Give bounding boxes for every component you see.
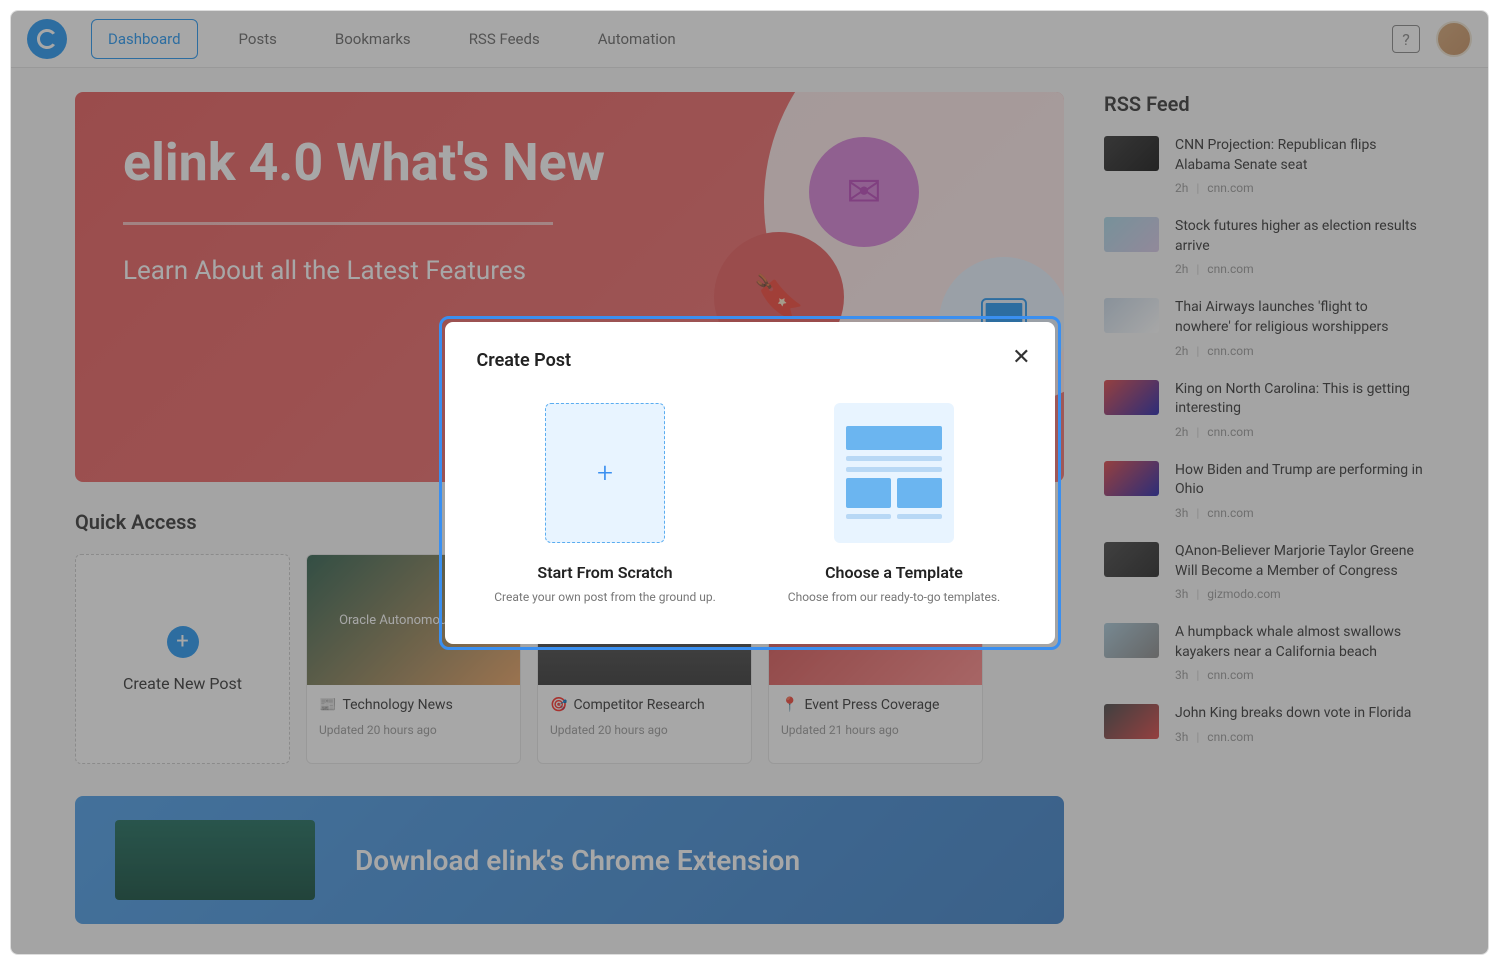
modal-overlay[interactable]: Create Post ✕ + Start From Scratch Creat…: [11, 11, 1488, 954]
template-desc: Choose from our ready-to-go templates.: [766, 590, 1023, 604]
modal-title: Create Post: [477, 350, 1023, 371]
plus-icon: +: [597, 456, 613, 489]
scratch-visual: +: [545, 403, 665, 543]
close-icon[interactable]: ✕: [1012, 344, 1030, 370]
create-post-modal: Create Post ✕ + Start From Scratch Creat…: [445, 322, 1055, 644]
start-from-scratch-option[interactable]: + Start From Scratch Create your own pos…: [477, 403, 734, 604]
scratch-title: Start From Scratch: [477, 563, 734, 582]
choose-template-option[interactable]: Choose a Template Choose from our ready-…: [766, 403, 1023, 604]
template-title: Choose a Template: [766, 563, 1023, 582]
scratch-desc: Create your own post from the ground up.: [477, 590, 734, 604]
template-visual: [834, 403, 954, 543]
